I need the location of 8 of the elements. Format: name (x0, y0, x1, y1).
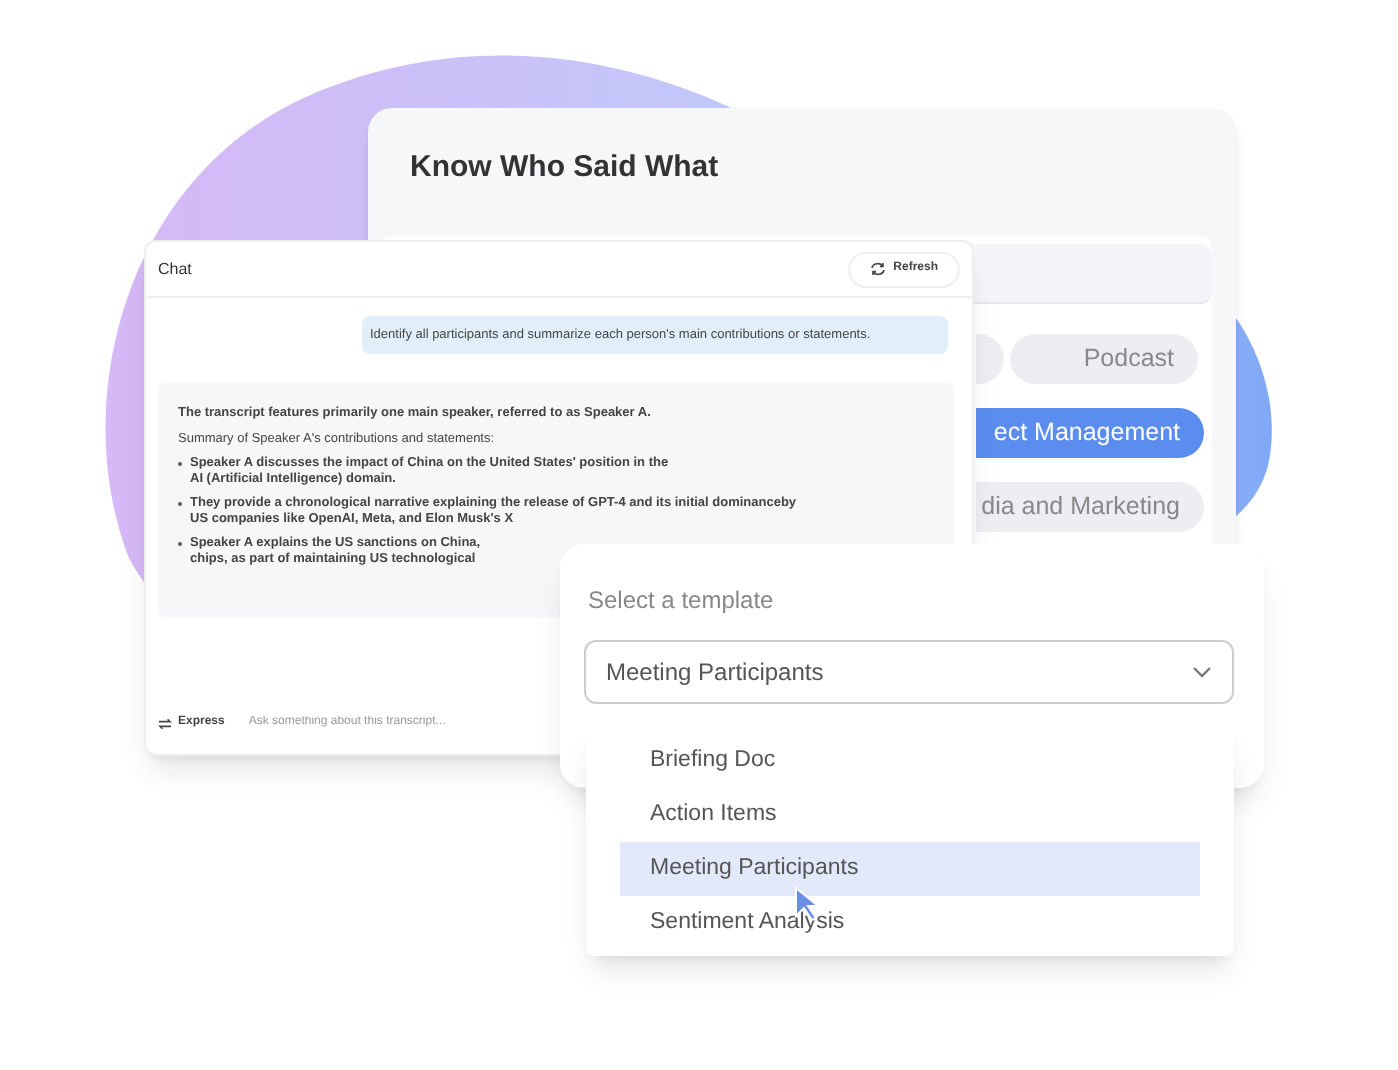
swap-icon (158, 717, 172, 729)
template-label: Select a template (588, 584, 774, 618)
template-select[interactable]: Meeting Participants (584, 640, 1234, 704)
card-title: Know Who Said What (410, 148, 719, 188)
dropdown-option[interactable]: Meeting Participants (620, 842, 1200, 896)
chat-title: Chat (158, 257, 192, 281)
chevron-down-icon (1192, 666, 1212, 678)
refresh-icon (869, 262, 886, 276)
